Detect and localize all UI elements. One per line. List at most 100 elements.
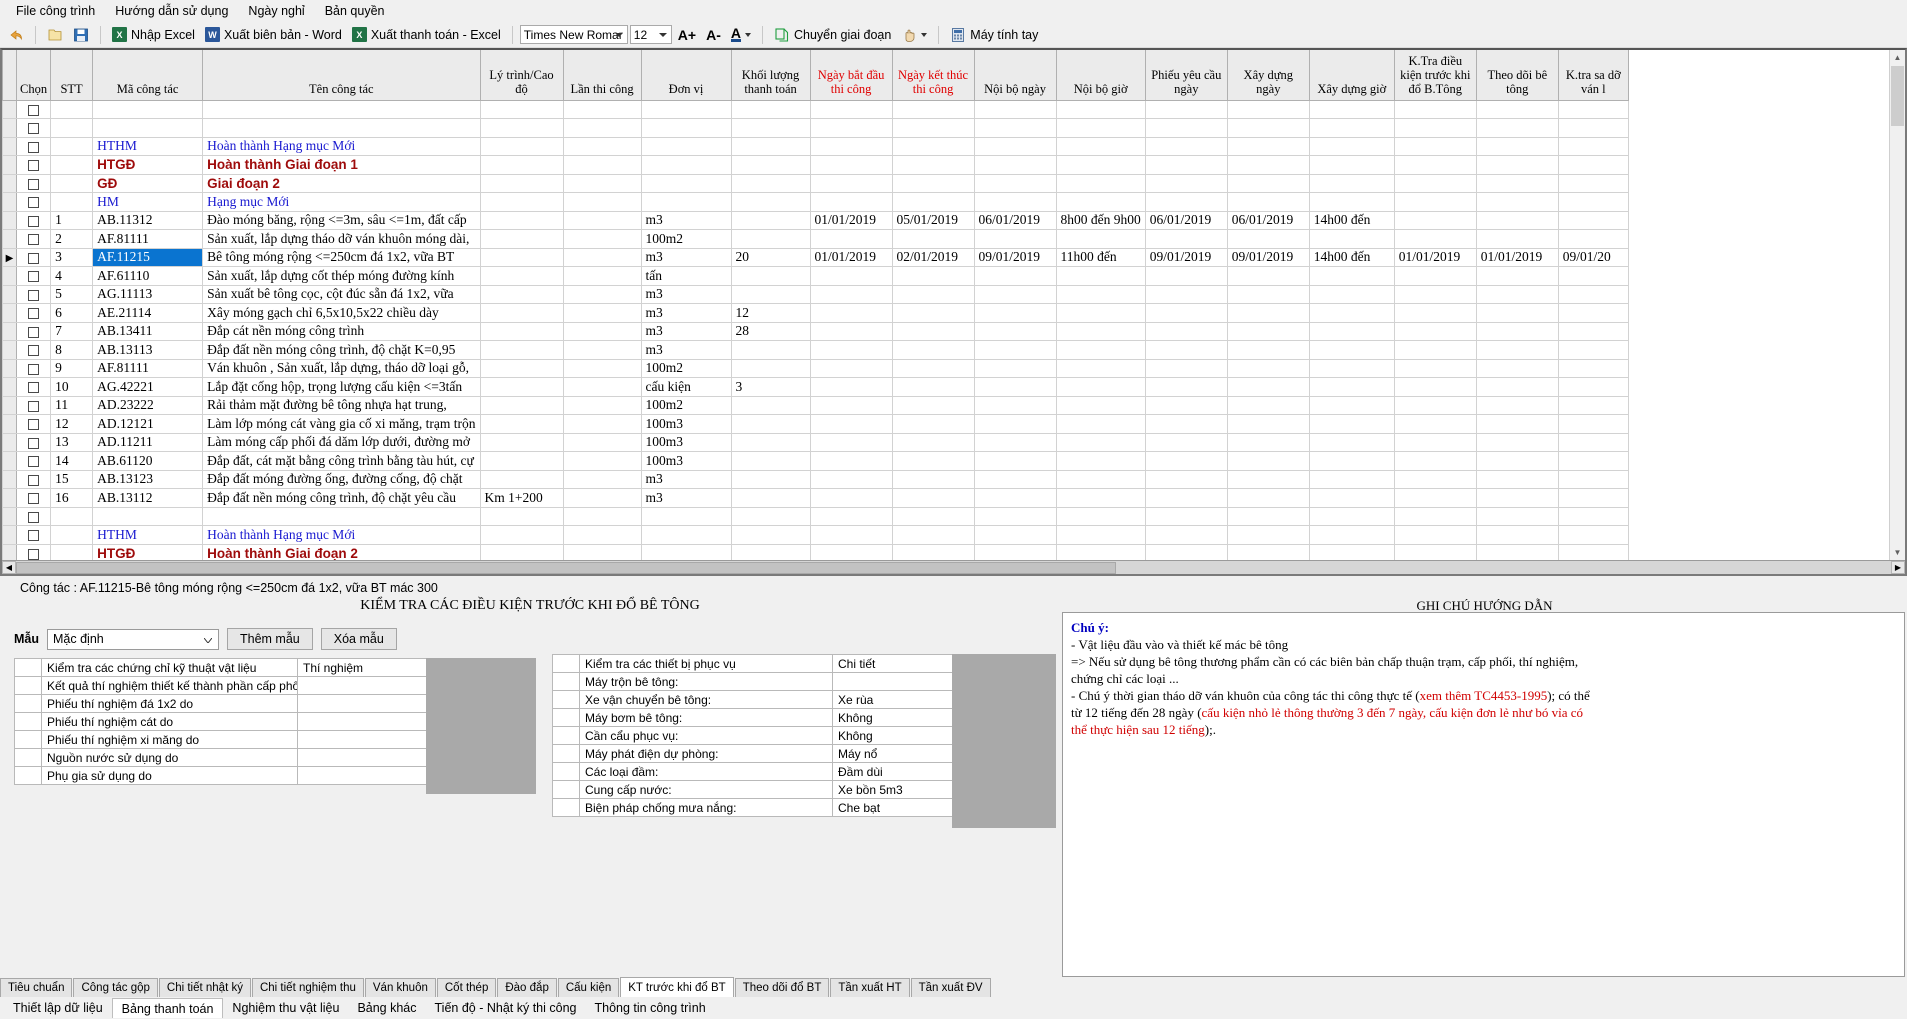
cell-ktrasa[interactable] xyxy=(1558,544,1628,560)
cell-ten-cong-tac[interactable]: Làm lớp móng cát vàng gia cố xi măng, tr… xyxy=(203,415,480,434)
cell-nbgio[interactable] xyxy=(1056,359,1145,378)
row-cursor-cell[interactable] xyxy=(3,415,17,434)
equipment-cell-col1[interactable] xyxy=(553,799,580,817)
cell-ktra[interactable] xyxy=(1394,341,1476,360)
cell-ktrasa[interactable] xyxy=(1558,470,1628,489)
cell-kl[interactable] xyxy=(731,119,810,138)
cell-ten-cong-tac[interactable]: Hoàn thành Hạng mục Mới xyxy=(203,137,480,156)
cell-ketthuc[interactable] xyxy=(892,156,974,175)
equipment-cell-col1[interactable] xyxy=(553,709,580,727)
materials-cell-col1[interactable] xyxy=(15,731,42,749)
cell-stt[interactable] xyxy=(51,193,93,212)
cell-lan[interactable] xyxy=(563,470,641,489)
cell-ktra[interactable] xyxy=(1394,470,1476,489)
cell-theodoi[interactable] xyxy=(1476,396,1558,415)
menu-item-ban-quyen[interactable]: Bản quyền xyxy=(315,2,395,20)
cell-ma-cong-tac[interactable] xyxy=(93,119,203,138)
row-checkbox[interactable] xyxy=(17,304,51,323)
table-row[interactable]: Phiếu thí nghiệm đá 1x2 do xyxy=(15,695,427,713)
cell-lytrinh[interactable] xyxy=(480,507,563,526)
cell-ktrasa[interactable] xyxy=(1558,322,1628,341)
row-cursor-cell[interactable] xyxy=(3,433,17,452)
table-row[interactable]: Biện pháp chống mưa nắng:Che bạt xyxy=(553,799,953,817)
cell-theodoi[interactable] xyxy=(1476,526,1558,545)
cell-xdgio[interactable] xyxy=(1309,137,1394,156)
cell-batdau[interactable]: 01/01/2019 xyxy=(810,211,892,230)
cell-ketthuc[interactable] xyxy=(892,322,974,341)
cell-kl[interactable] xyxy=(731,470,810,489)
row-checkbox[interactable] xyxy=(17,100,51,119)
cell-ktrasa[interactable] xyxy=(1558,507,1628,526)
grid-header-n-v[interactable]: Đơn vị xyxy=(641,50,731,100)
cell-nbngay[interactable] xyxy=(974,267,1056,286)
materials-cell-col3[interactable] xyxy=(298,677,427,695)
cell-xdgio[interactable] xyxy=(1309,267,1394,286)
bottom-tab-th-ng-tin-c-ng-tr-nh[interactable]: Thông tin công trình xyxy=(585,998,714,1018)
chuyen-giai-doan-button[interactable]: Chuyển giai đoạn xyxy=(770,24,895,46)
cell-pycngay[interactable]: 06/01/2019 xyxy=(1145,211,1227,230)
font-increase-button[interactable]: A+ xyxy=(674,24,700,46)
table-row[interactable]: Máy phát điện dự phòng:Máy nổ xyxy=(553,745,953,763)
cell-xdngay[interactable] xyxy=(1227,396,1309,415)
cell-donvi[interactable]: m3 xyxy=(641,304,731,323)
cell-kl[interactable] xyxy=(731,359,810,378)
cell-xdgio[interactable] xyxy=(1309,285,1394,304)
cell-ketthuc[interactable] xyxy=(892,100,974,119)
row-checkbox[interactable] xyxy=(17,341,51,360)
cell-lytrinh[interactable] xyxy=(480,415,563,434)
cell-donvi[interactable]: m3 xyxy=(641,341,731,360)
cell-lan[interactable] xyxy=(563,415,641,434)
font-color-button[interactable]: A xyxy=(727,24,755,46)
cell-ketthuc[interactable] xyxy=(892,285,974,304)
cell-donvi[interactable]: 100m2 xyxy=(641,230,731,249)
cell-donvi[interactable]: 100m2 xyxy=(641,359,731,378)
cell-ten-cong-tac[interactable]: Hoàn thành Hạng mục Mới xyxy=(203,526,480,545)
cell-pycngay[interactable] xyxy=(1145,359,1227,378)
cell-lytrinh[interactable] xyxy=(480,285,563,304)
table-row[interactable]: 8AB.13113Đắp đất nền móng công trình, độ… xyxy=(3,341,1629,360)
cell-ten-cong-tac[interactable] xyxy=(203,507,480,526)
table-row[interactable]: GĐGiai đoạn 2 xyxy=(3,174,1629,193)
materials-cell-col1[interactable] xyxy=(15,695,42,713)
row-checkbox[interactable] xyxy=(17,378,51,397)
scroll-up-icon[interactable]: ▲ xyxy=(1890,50,1905,65)
cell-lytrinh[interactable] xyxy=(480,526,563,545)
cell-xdgio[interactable] xyxy=(1309,193,1394,212)
grid-header-stt[interactable]: STT xyxy=(51,50,93,100)
cell-kl[interactable] xyxy=(731,137,810,156)
cell-xdgio[interactable]: 14h00 đến xyxy=(1309,248,1394,267)
equipment-cell-col1[interactable] xyxy=(553,727,580,745)
cell-pycngay[interactable] xyxy=(1145,544,1227,560)
cell-xdngay[interactable] xyxy=(1227,156,1309,175)
cell-pycngay[interactable] xyxy=(1145,193,1227,212)
cell-lan[interactable] xyxy=(563,378,641,397)
cell-nbngay[interactable] xyxy=(974,285,1056,304)
cell-xdngay[interactable] xyxy=(1227,526,1309,545)
cell-kl[interactable] xyxy=(731,489,810,508)
cell-ktrasa[interactable] xyxy=(1558,285,1628,304)
cell-ktrasa[interactable] xyxy=(1558,452,1628,471)
tab-ti-u-chu-n[interactable]: Tiêu chuẩn xyxy=(0,978,72,997)
cell-xdgio[interactable] xyxy=(1309,452,1394,471)
equipment-cell-col1[interactable] xyxy=(553,781,580,799)
cell-nbngay[interactable] xyxy=(974,119,1056,138)
cell-batdau[interactable] xyxy=(810,526,892,545)
materials-cell-col3[interactable] xyxy=(298,713,427,731)
cell-kl[interactable]: 20 xyxy=(731,248,810,267)
row-checkbox[interactable] xyxy=(17,415,51,434)
cell-nbngay[interactable] xyxy=(974,415,1056,434)
tab-o-p[interactable]: Đào đắp xyxy=(497,978,556,997)
cell-ten-cong-tac[interactable]: Đắp cát nền móng công trình xyxy=(203,322,480,341)
cell-xdngay[interactable] xyxy=(1227,470,1309,489)
grid-header-n-i-b-ng-y[interactable]: Nội bộ ngày xyxy=(974,50,1056,100)
cell-donvi[interactable] xyxy=(641,544,731,560)
cell-theodoi[interactable] xyxy=(1476,137,1558,156)
cell-donvi[interactable]: m3 xyxy=(641,322,731,341)
cell-ketthuc[interactable] xyxy=(892,526,974,545)
table-row[interactable]: Nguồn nước sử dụng do xyxy=(15,749,427,767)
cell-ma-cong-tac[interactable]: AB.13411 xyxy=(93,322,203,341)
tab-c-t-th-p[interactable]: Cốt thép xyxy=(437,978,496,997)
cell-lan[interactable] xyxy=(563,119,641,138)
cell-stt[interactable] xyxy=(51,137,93,156)
cell-stt[interactable]: 11 xyxy=(51,396,93,415)
